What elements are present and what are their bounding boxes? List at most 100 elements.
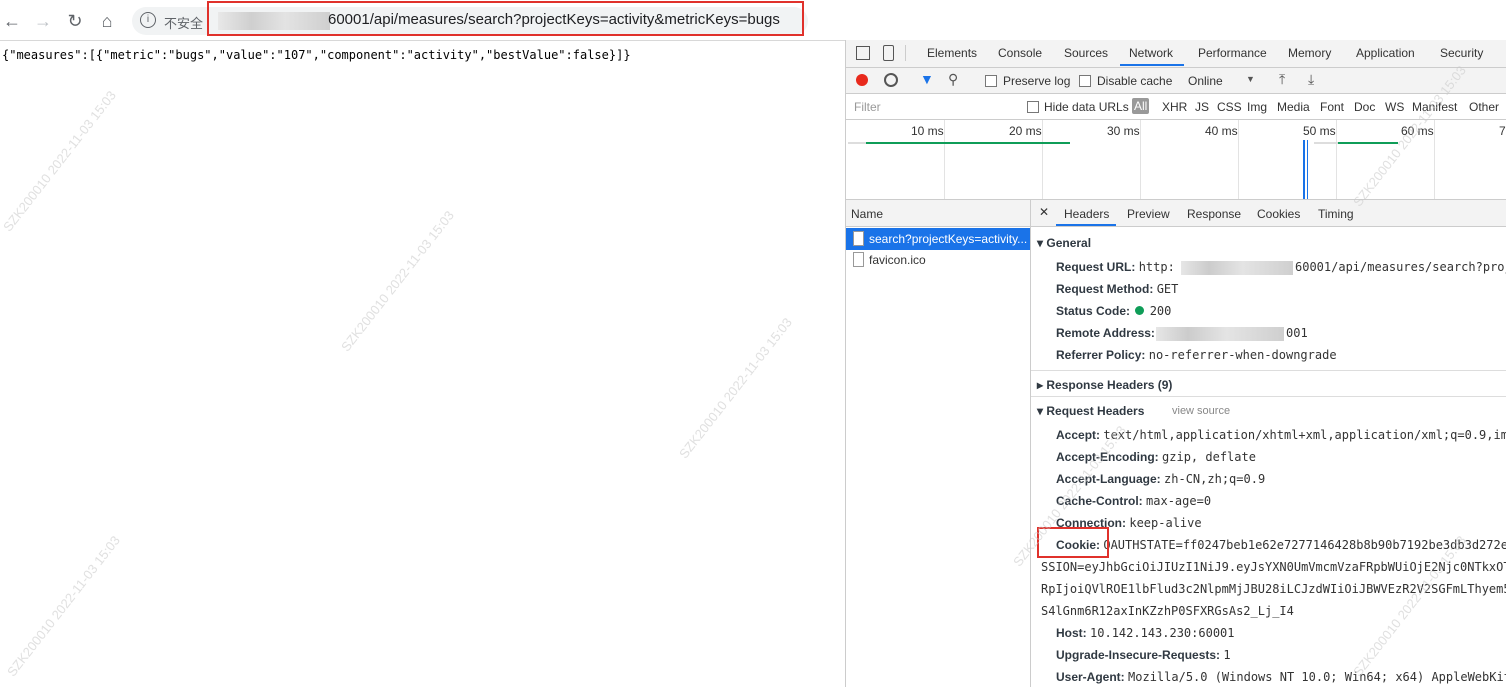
view-source-link[interactable]: view source xyxy=(1172,405,1230,417)
tick-label: 70 xyxy=(1499,124,1506,138)
hide-data-urls-label: Hide data URLs xyxy=(1044,100,1129,114)
reload-icon[interactable]: ↻ xyxy=(63,9,87,33)
redacted-address xyxy=(1156,327,1284,341)
status-code-label: Status Code: xyxy=(1056,304,1131,318)
filter-type-font[interactable]: Font xyxy=(1320,100,1344,114)
hide-data-urls-checkbox[interactable] xyxy=(1027,101,1039,113)
connection-value: keep-alive xyxy=(1129,516,1202,530)
status-ok-icon xyxy=(1135,306,1145,315)
home-icon[interactable]: ⌂ xyxy=(95,9,119,33)
referrer-policy-label: Referrer Policy: xyxy=(1056,348,1146,362)
upgrade-insecure-value: 1 xyxy=(1223,648,1231,662)
cache-control-value: max-age=0 xyxy=(1146,494,1212,508)
upgrade-insecure-label: Upgrade-Insecure-Requests: xyxy=(1056,648,1221,662)
json-response-body: {"measures":[{"metric":"bugs","value":"1… xyxy=(2,48,631,62)
filter-type-img[interactable]: Img xyxy=(1247,100,1267,114)
active-detail-tab-indicator xyxy=(1056,224,1116,226)
back-arrow-icon[interactable]: ← xyxy=(0,9,24,33)
info-icon[interactable]: i xyxy=(140,12,156,28)
remote-address-label: Remote Address: xyxy=(1056,326,1155,340)
response-headers-title: Response Headers (9) xyxy=(1046,378,1173,392)
security-label[interactable]: 不安全 xyxy=(164,13,203,32)
tab-sources[interactable]: Sources xyxy=(1064,46,1108,60)
preserve-log-checkbox[interactable] xyxy=(985,75,997,87)
accept-language-value: zh-CN,zh;q=0.9 xyxy=(1164,472,1266,486)
tab-elements[interactable]: Elements xyxy=(927,46,977,60)
filter-type-other[interactable]: Other xyxy=(1469,100,1499,114)
request-name: favicon.ico xyxy=(869,253,926,267)
close-icon[interactable]: ✕ xyxy=(1039,205,1049,219)
clear-icon[interactable] xyxy=(884,73,898,87)
name-header-label: Name xyxy=(851,207,884,221)
filter-type-all[interactable]: All xyxy=(1132,98,1150,114)
document-icon xyxy=(853,231,864,246)
filter-type-ws[interactable]: WS xyxy=(1385,100,1404,114)
throttle-select[interactable]: Online xyxy=(1188,74,1223,88)
tab-application[interactable]: Application xyxy=(1356,46,1415,60)
forward-arrow-icon[interactable]: → xyxy=(31,9,55,33)
document-icon xyxy=(853,252,864,267)
user-agent-row: User-Agent: Mozilla/5.0 (Windows NT 10.0… xyxy=(1056,670,1506,684)
record-icon[interactable] xyxy=(856,74,868,86)
cache-control-row: Cache-Control: max-age=0 xyxy=(1056,494,1211,508)
active-tab-indicator xyxy=(1120,64,1184,66)
load-marker xyxy=(1307,140,1308,199)
cookie-row: Cookie: OAUTHSTATE=ff0247beb1e62e7277146… xyxy=(1056,538,1506,552)
timeline-bar xyxy=(848,142,866,144)
filter-icon[interactable]: ▼ xyxy=(920,71,934,87)
tab-memory[interactable]: Memory xyxy=(1288,46,1331,60)
request-list: Name search?projectKeys=activity... favi… xyxy=(846,200,1031,687)
filter-type-js[interactable]: JS xyxy=(1195,100,1209,114)
filter-type-media[interactable]: Media xyxy=(1277,100,1310,114)
tick-label: 10 ms xyxy=(911,124,944,138)
tab-cookies[interactable]: Cookies xyxy=(1257,207,1300,221)
tab-headers[interactable]: Headers xyxy=(1064,207,1109,221)
name-column-header[interactable]: Name xyxy=(846,200,1030,227)
import-icon[interactable]: ⤒ xyxy=(1279,71,1285,88)
accept-label: Accept: xyxy=(1056,428,1101,442)
request-name: search?projectKeys=activity... xyxy=(869,232,1028,246)
filter-type-css[interactable]: CSS xyxy=(1217,100,1242,114)
browser-toolbar: ← → ↻ ⌂ i 不安全 60001/api/measures/search?… xyxy=(0,0,1506,41)
filter-bar: Filter Hide data URLs All XHR JS CSS Img… xyxy=(846,94,1506,120)
filter-input[interactable]: Filter xyxy=(854,100,881,114)
chevron-down-icon[interactable]: ▼ xyxy=(1246,74,1255,84)
timeline-bar xyxy=(1338,142,1398,144)
inspect-element-icon[interactable] xyxy=(856,46,870,60)
tab-performance[interactable]: Performance xyxy=(1198,46,1267,60)
request-method-value: GET xyxy=(1156,282,1179,296)
tick-label: 20 ms xyxy=(1009,124,1042,138)
watermark: SZK200010 2022-11-03 15:03 xyxy=(4,532,123,680)
detail-tab-bar: ✕ Headers Preview Response Cookies Timin… xyxy=(1031,200,1506,227)
accept-value: text/html,application/xhtml+xml,applicat… xyxy=(1103,428,1506,442)
tab-response[interactable]: Response xyxy=(1187,207,1241,221)
search-icon[interactable]: ⚲ xyxy=(948,71,958,88)
disable-cache-label: Disable cache xyxy=(1097,74,1173,88)
device-toolbar-icon[interactable] xyxy=(883,45,894,61)
preserve-log-label: Preserve log xyxy=(1003,74,1071,88)
tab-console[interactable]: Console xyxy=(998,46,1042,60)
request-url-label: Request URL: xyxy=(1056,260,1136,274)
request-row-selected[interactable]: search?projectKeys=activity... xyxy=(846,228,1030,250)
tab-security[interactable]: Security xyxy=(1440,46,1483,60)
tab-network[interactable]: Network xyxy=(1129,46,1173,60)
disable-cache-checkbox[interactable] xyxy=(1079,75,1091,87)
request-url-path: 60001/api/measures/search?projectK xyxy=(1295,260,1506,274)
network-toolbar: ▼ ⚲ Preserve log Disable cache Online ▼ … xyxy=(846,68,1506,94)
referrer-policy-value: no-referrer-when-downgrade xyxy=(1148,348,1337,362)
remote-address-value: 001 xyxy=(1286,326,1308,340)
filter-type-doc[interactable]: Doc xyxy=(1354,100,1375,114)
response-headers-toggle[interactable]: ▸ Response Headers (9) xyxy=(1037,378,1172,392)
filter-type-xhr[interactable]: XHR xyxy=(1162,100,1187,114)
referrer-policy-row: Referrer Policy: no-referrer-when-downgr… xyxy=(1056,348,1337,362)
host-value: 10.142.143.230:60001 xyxy=(1090,626,1235,640)
request-row[interactable]: favicon.ico xyxy=(846,249,1030,271)
request-method-row: Request Method: GET xyxy=(1056,282,1178,296)
remote-address-row: Remote Address: xyxy=(1056,326,1155,340)
tab-timing[interactable]: Timing xyxy=(1318,207,1354,221)
tab-preview[interactable]: Preview xyxy=(1127,207,1170,221)
export-icon[interactable]: ⤓ xyxy=(1308,71,1314,88)
general-section-toggle[interactable]: ▾ General xyxy=(1037,236,1091,250)
request-headers-toggle[interactable]: ▾ Request Headers xyxy=(1037,404,1144,418)
watermark: SZK200010 2022-11-03 15:03 xyxy=(676,314,795,462)
